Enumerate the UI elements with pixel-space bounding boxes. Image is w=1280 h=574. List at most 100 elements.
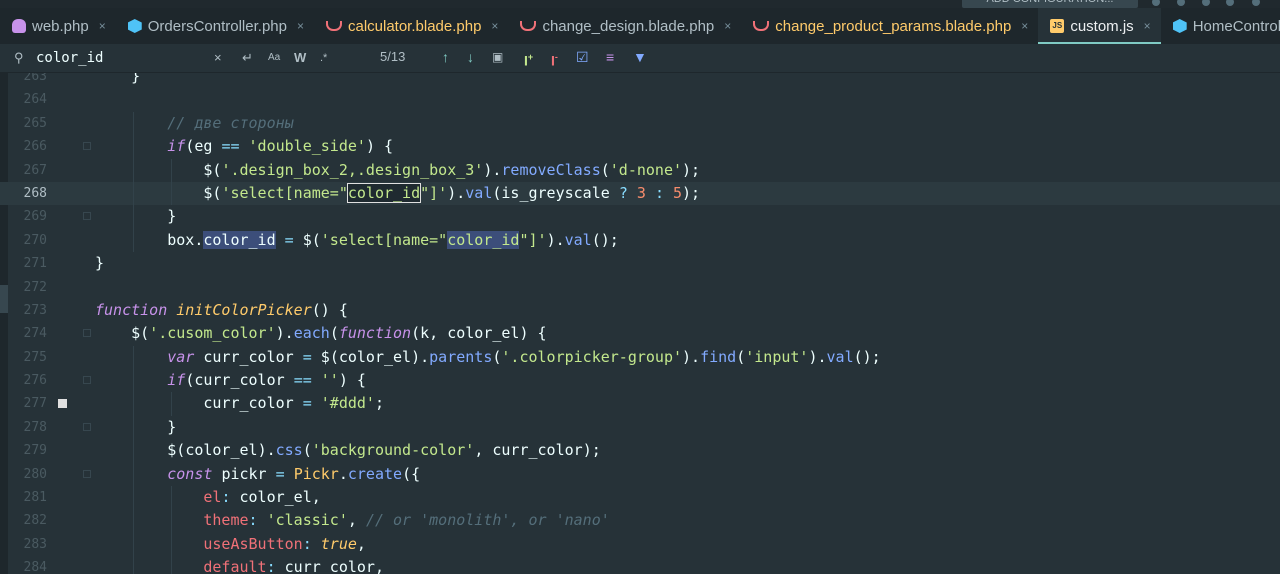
tab-label: OrdersController.php (147, 17, 287, 35)
code-line[interactable]: 265 // две стороны (0, 111, 1280, 136)
line-number: 266 (23, 139, 47, 155)
tab-custom-js[interactable]: JS custom.js × (1038, 8, 1162, 44)
code-line[interactable]: 272 (0, 276, 1280, 299)
find-in-window-icon[interactable]: ▣ (492, 48, 503, 66)
line-number: 277 (23, 396, 47, 412)
line-number: 270 (23, 232, 47, 248)
clear-search-button[interactable]: × (214, 49, 222, 67)
cube-icon (1172, 19, 1187, 33)
line-number: 265 (23, 115, 47, 131)
code-line[interactable]: 283 useAsButton: true, (0, 532, 1280, 557)
newline-button[interactable]: ↵ (242, 49, 253, 67)
blade-icon (520, 21, 537, 31)
run-icon[interactable] (1152, 0, 1160, 6)
code-line[interactable]: 275 var curr_color = $(color_el).parents… (0, 345, 1280, 370)
code-line[interactable]: 273 function initColorPicker() { (0, 299, 1280, 322)
fold-marker-icon[interactable] (83, 142, 91, 151)
indent-guide (132, 345, 134, 370)
add-configuration-button[interactable]: ADD CONFIGURATION... (962, 0, 1138, 8)
indent-guide (132, 111, 134, 136)
indent-guide (132, 158, 134, 182)
code-line[interactable]: 277 curr_color = '#ddd'; (0, 392, 1280, 416)
code-line[interactable]: 266 if(eg == 'double_side') { (0, 135, 1280, 159)
show-filter-popup-icon[interactable]: ≡ (606, 48, 614, 66)
tab-calculator-blade-php[interactable]: calculator.blade.php × (314, 8, 508, 44)
code-line[interactable]: 282 theme: 'classic', // or 'monolith', … (0, 509, 1280, 533)
search-icon[interactable]: ⚲ (14, 50, 24, 66)
coverage-icon[interactable] (1202, 0, 1210, 6)
blade-icon (753, 21, 770, 31)
tab-homecontrolle[interactable]: HomeControlle (1161, 8, 1280, 44)
js-icon: JS (1050, 19, 1065, 33)
code-line[interactable]: 278 } (0, 415, 1280, 440)
code-line[interactable]: 284 default: curr_color, (0, 556, 1280, 574)
tab-change-design-blade-php[interactable]: change_design.blade.php × (508, 8, 741, 44)
code-line[interactable]: 279 $(color_el).css('background-color', … (0, 439, 1280, 463)
indent-guide (132, 369, 134, 393)
elephant-icon (12, 19, 26, 33)
code-line[interactable]: 269 } (0, 205, 1280, 229)
title-strip: ADD CONFIGURATION... (0, 0, 1280, 8)
line-number: 271 (23, 256, 47, 272)
code-text: var curr_color = $(color_el).parents('.c… (167, 347, 881, 366)
code-line[interactable]: 267 $('.design_box_2,.design_box_3').rem… (0, 158, 1280, 182)
fold-marker-icon[interactable] (83, 212, 91, 221)
previous-occurrence-icon[interactable]: ↑ (442, 48, 449, 66)
search-everywhere-icon[interactable] (1252, 0, 1260, 6)
add-occurrence-icon[interactable]: I+ (524, 48, 533, 70)
code-line[interactable]: 280 const pickr = Pickr.create({ (0, 462, 1280, 487)
indent-guide (132, 462, 134, 487)
line-number: 280 (23, 466, 47, 482)
code-line[interactable]: 274 $('.cusom_color').each(function(k, c… (0, 322, 1280, 345)
code-editor[interactable]: 263 } 264 265 // две стороны 266 if(eg == '… (0, 73, 1280, 574)
code-line[interactable]: 264 (0, 88, 1280, 111)
code-line[interactable]: 276 if(curr_color == '') { (0, 369, 1280, 393)
debug-icon[interactable] (1177, 0, 1185, 6)
indent-guide (170, 532, 172, 557)
close-tab-icon[interactable]: × (297, 19, 304, 33)
next-occurrence-icon[interactable]: ↓ (467, 48, 474, 66)
tab-label: change_product_params.blade.php (775, 17, 1012, 35)
words-button[interactable]: W (294, 49, 306, 67)
code-text: useAsButton: true, (203, 534, 366, 553)
filter-icon[interactable]: ▼ (633, 48, 647, 66)
tab-change-product-params-blade-php[interactable]: change_product_params.blade.php × (741, 8, 1038, 44)
line-number: 279 (23, 443, 47, 459)
line-number: 269 (23, 209, 47, 225)
indent-guide (132, 181, 134, 206)
code-line[interactable]: 271} (0, 252, 1280, 275)
tab-web-php[interactable]: web.php × (0, 8, 116, 44)
fold-marker-icon[interactable] (83, 329, 91, 338)
code-lines: 263 } 264 265 // две стороны 266 if(eg == '… (0, 73, 1280, 574)
code-line[interactable]: 270 box.color_id = $('select[name="color… (0, 228, 1280, 253)
tab-label: custom.js (1070, 17, 1134, 35)
tab-label: web.php (32, 17, 89, 35)
indent-guide (170, 392, 172, 416)
code-text: if(eg == 'double_side') { (167, 137, 394, 156)
fold-marker-icon[interactable] (83, 469, 91, 478)
line-number: 283 (23, 536, 47, 552)
search-input[interactable] (36, 47, 216, 69)
code-line[interactable]: 281 el: color_el, (0, 486, 1280, 510)
line-number: 263 (23, 73, 47, 84)
select-all-occurrences-icon[interactable]: ☑ (576, 48, 589, 66)
regex-button[interactable]: .* (320, 49, 327, 67)
bookmark-icon[interactable] (58, 399, 67, 409)
code-text: curr_color = '#ddd'; (203, 394, 384, 413)
code-text: } (95, 73, 141, 85)
stop-icon[interactable] (1226, 0, 1234, 6)
tab-orderscontroller-php[interactable]: OrdersController.php × (116, 8, 314, 44)
remove-occurrence-icon[interactable]: I- (551, 48, 558, 70)
close-tab-icon[interactable]: × (99, 19, 106, 33)
fold-marker-icon[interactable] (83, 376, 91, 385)
line-number: 264 (23, 92, 47, 108)
close-tab-icon[interactable]: × (1021, 19, 1028, 33)
code-line[interactable]: 268 $('select[name="color_id"]').val(is_… (0, 181, 1280, 206)
code-line[interactable]: 263 } (0, 73, 1280, 88)
blade-icon (325, 21, 342, 31)
close-tab-icon[interactable]: × (1144, 19, 1151, 33)
close-tab-icon[interactable]: × (491, 19, 498, 33)
match-case-button[interactable]: Aa (268, 49, 280, 67)
fold-marker-icon[interactable] (83, 422, 91, 431)
close-tab-icon[interactable]: × (724, 19, 731, 33)
